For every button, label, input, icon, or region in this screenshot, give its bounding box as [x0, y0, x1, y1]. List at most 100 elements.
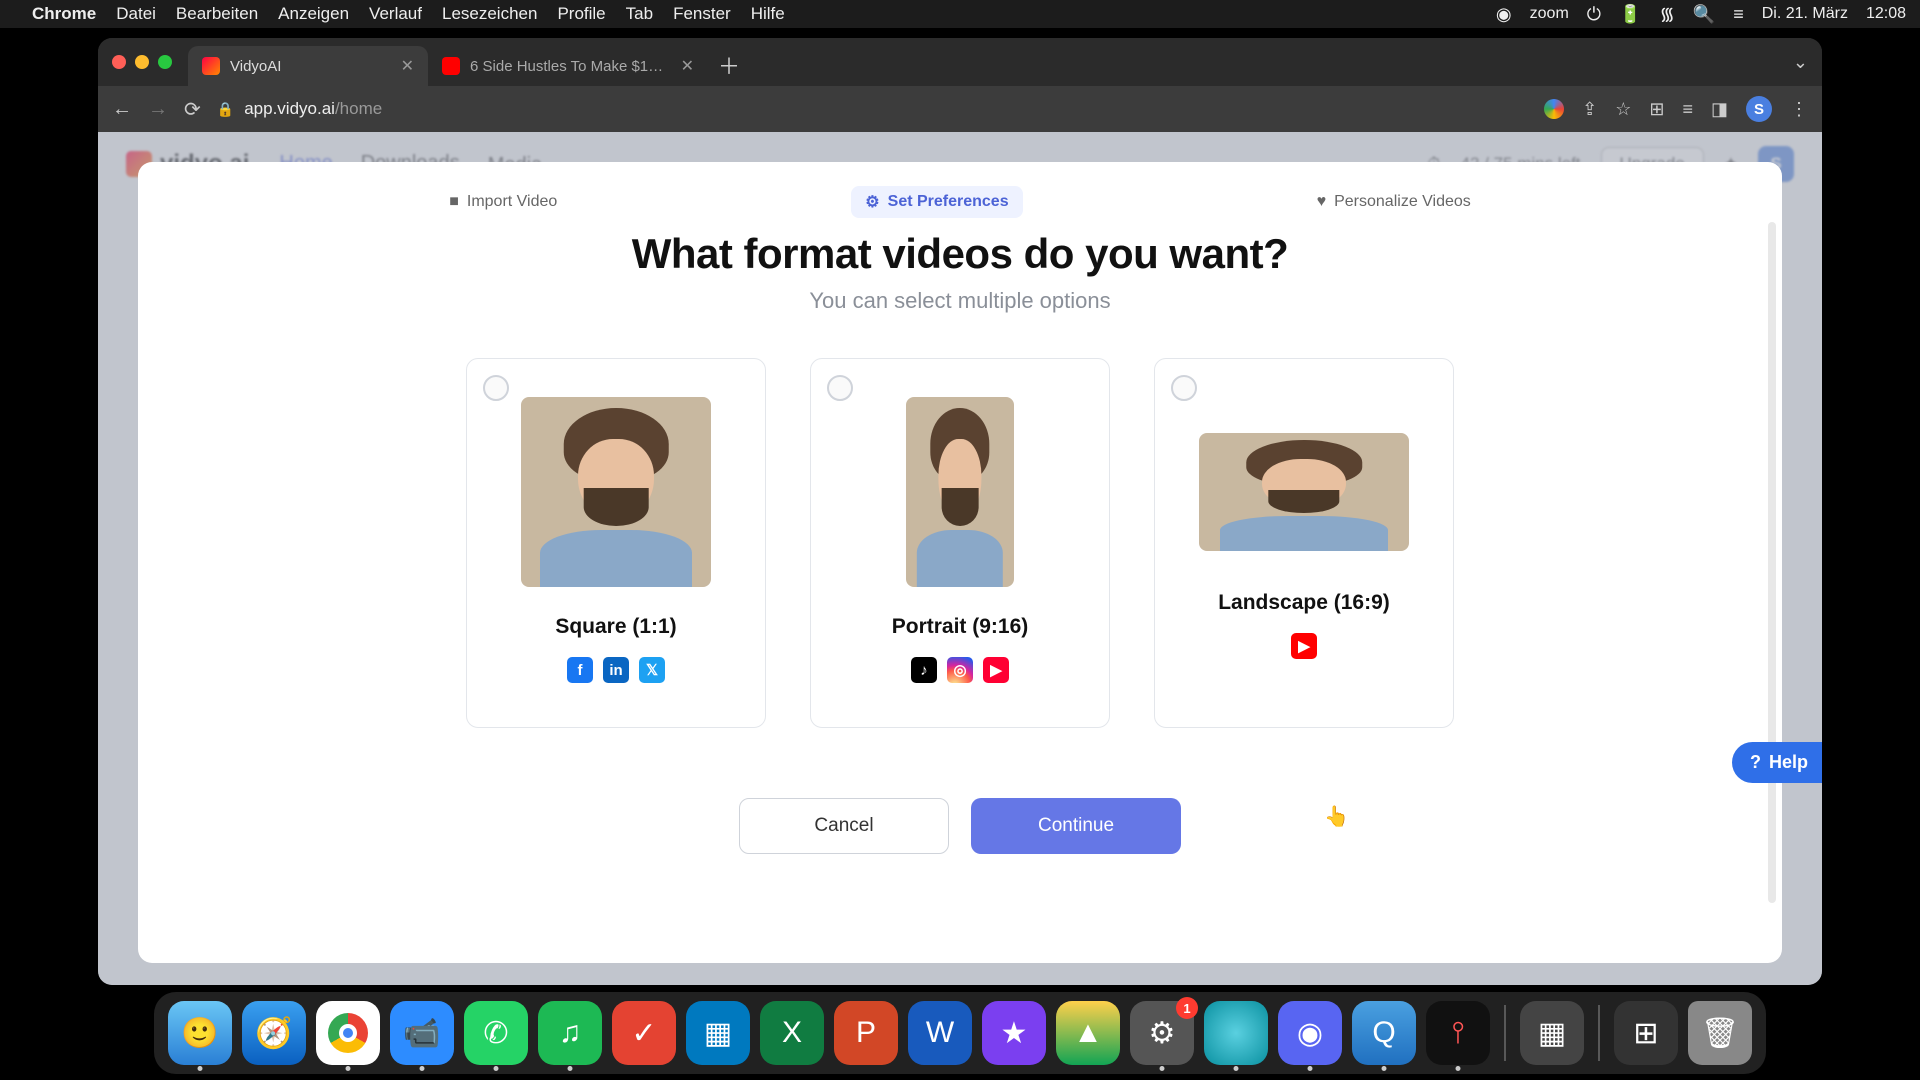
- format-modal: ■ Import Video ⚙ Set Preferences ♥ Perso…: [138, 162, 1782, 963]
- step-set-preferences[interactable]: ⚙ Set Preferences: [851, 186, 1022, 218]
- format-option-portrait[interactable]: Portrait (9:16) ♪ ◎ ▶: [810, 358, 1110, 728]
- facebook-icon: f: [567, 657, 593, 683]
- tab-close-button[interactable]: ✕: [401, 56, 414, 76]
- cancel-button[interactable]: Cancel: [739, 798, 949, 854]
- chrome-menu-icon[interactable]: ⋮: [1790, 99, 1808, 120]
- battery-icon[interactable]: 🔋: [1619, 4, 1641, 25]
- radio-unchecked-icon[interactable]: [827, 375, 853, 401]
- menu-datei[interactable]: Datei: [116, 4, 156, 24]
- address-bar[interactable]: 🔒 app.vidyo.ai/home: [217, 99, 1528, 119]
- dock-safari[interactable]: 🧭: [242, 1001, 306, 1065]
- share-icon[interactable]: ⇪: [1582, 99, 1597, 120]
- dock-imovie[interactable]: ★: [982, 1001, 1046, 1065]
- dock-trash[interactable]: 🗑: [1688, 1001, 1752, 1065]
- menu-hilfe[interactable]: Hilfe: [751, 4, 785, 24]
- spotlight-icon[interactable]: 🔍: [1693, 4, 1715, 25]
- reading-list-icon[interactable]: ≡: [1682, 99, 1693, 120]
- window-traffic-lights: [112, 55, 172, 69]
- format-option-square[interactable]: Square (1:1) f in 𝕏: [466, 358, 766, 728]
- dock-googledrive[interactable]: ▲: [1056, 1001, 1120, 1065]
- new-tab-button[interactable]: ＋: [718, 49, 740, 81]
- dock-finder[interactable]: 🙂: [168, 1001, 232, 1065]
- continue-button[interactable]: Continue: [971, 798, 1181, 854]
- dock-todoist[interactable]: ✓: [612, 1001, 676, 1065]
- back-button[interactable]: ←: [112, 98, 132, 121]
- dock-audio-app[interactable]: ⫯: [1426, 1001, 1490, 1065]
- url-host: app.vidyo.ai: [244, 99, 335, 118]
- modal-scrollbar[interactable]: [1768, 222, 1776, 903]
- format-label: Square (1:1): [555, 615, 676, 639]
- format-option-landscape[interactable]: Landscape (16:9) ▶: [1154, 358, 1454, 728]
- macos-dock: 🙂 🧭 📹 ✆ ♫ ✓ ▦ X P W ★ ▲ ⚙1 ◉ Q ⫯ ▦ ⊞ 🗑: [154, 992, 1766, 1074]
- help-label: Help: [1769, 752, 1808, 773]
- dock-word[interactable]: W: [908, 1001, 972, 1065]
- help-button[interactable]: ? Help: [1732, 742, 1822, 783]
- modal-actions: Cancel Continue: [168, 798, 1752, 854]
- dock-chrome[interactable]: [316, 1001, 380, 1065]
- chrome-window: VidyoAI ✕ 6 Side Hustles To Make $1000 ✕…: [98, 38, 1822, 985]
- heart-icon: ♥: [1317, 193, 1327, 211]
- dock-discord[interactable]: ◉: [1278, 1001, 1342, 1065]
- radio-unchecked-icon[interactable]: [483, 375, 509, 401]
- step-indicator: ■ Import Video ⚙ Set Preferences ♥ Perso…: [168, 186, 1752, 218]
- bookmark-star-icon[interactable]: ☆: [1615, 99, 1631, 120]
- help-icon: ?: [1750, 752, 1761, 773]
- shorts-icon: ▶: [983, 657, 1009, 683]
- tab-overflow-button[interactable]: ⌄: [1793, 52, 1808, 73]
- step-label: Import Video: [467, 193, 557, 211]
- browser-tab-bar: VidyoAI ✕ 6 Side Hustles To Make $1000 ✕…: [98, 38, 1822, 86]
- dock-app-teal[interactable]: [1204, 1001, 1268, 1065]
- menu-fenster[interactable]: Fenster: [673, 4, 731, 24]
- format-label: Landscape (16:9): [1218, 591, 1390, 615]
- dock-whatsapp[interactable]: ✆: [464, 1001, 528, 1065]
- menu-bearbeiten[interactable]: Bearbeiten: [176, 4, 258, 24]
- google-lens-icon[interactable]: [1544, 99, 1564, 119]
- dock-spotify[interactable]: ♫: [538, 1001, 602, 1065]
- record-status-icon[interactable]: ◉: [1496, 4, 1512, 25]
- page-content: vidyo.ai Home Downloads Media ⌄ ⏱ 42 / 7…: [98, 132, 1822, 985]
- dock-zoom[interactable]: 📹: [390, 1001, 454, 1065]
- control-center-icon[interactable]: ≡: [1733, 4, 1744, 25]
- menu-anzeigen[interactable]: Anzeigen: [278, 4, 349, 24]
- dock-powerpoint[interactable]: P: [834, 1001, 898, 1065]
- sidepanel-icon[interactable]: ◨: [1711, 99, 1728, 120]
- menubar-date[interactable]: Di. 21. März: [1762, 5, 1848, 23]
- zoom-status-label[interactable]: zoom: [1530, 5, 1569, 23]
- dock-quicktime[interactable]: Q: [1352, 1001, 1416, 1065]
- macos-menu-bar: Chrome Datei Bearbeiten Anzeigen Verlauf…: [0, 0, 1920, 28]
- profile-avatar[interactable]: S: [1746, 96, 1772, 122]
- reload-button[interactable]: ⟳: [184, 97, 201, 122]
- format-label: Portrait (9:16): [892, 615, 1029, 639]
- extensions-icon[interactable]: ⊞: [1649, 99, 1664, 120]
- active-app-name[interactable]: Chrome: [32, 4, 96, 24]
- window-minimize-button[interactable]: [135, 55, 149, 69]
- menu-profile[interactable]: Profile: [557, 4, 605, 24]
- menu-lesezeichen[interactable]: Lesezeichen: [442, 4, 537, 24]
- menu-tab[interactable]: Tab: [626, 4, 653, 24]
- browser-tab-vidyoai[interactable]: VidyoAI ✕: [188, 46, 428, 86]
- dock-calculator[interactable]: ▦: [1520, 1001, 1584, 1065]
- tab-close-button[interactable]: ✕: [681, 56, 694, 76]
- screen-mirror-icon[interactable]: ⏻: [1587, 4, 1601, 25]
- menubar-time[interactable]: 12:08: [1866, 5, 1906, 23]
- landscape-thumbnail: [1199, 433, 1409, 551]
- dock-trello[interactable]: ▦: [686, 1001, 750, 1065]
- step-label: Set Preferences: [888, 193, 1009, 211]
- wifi-icon[interactable]: ᯾: [1659, 2, 1674, 26]
- dock-launchpad[interactable]: ⊞: [1614, 1001, 1678, 1065]
- step-personalize-videos[interactable]: ♥ Personalize Videos: [1303, 186, 1485, 218]
- radio-unchecked-icon[interactable]: [1171, 375, 1197, 401]
- menu-verlauf[interactable]: Verlauf: [369, 4, 422, 24]
- youtube-icon: ▶: [1291, 633, 1317, 659]
- dock-excel[interactable]: X: [760, 1001, 824, 1065]
- browser-tab-youtube[interactable]: 6 Side Hustles To Make $1000 ✕: [428, 46, 708, 86]
- window-fullscreen-button[interactable]: [158, 55, 172, 69]
- gear-icon: ⚙: [865, 192, 879, 212]
- step-import-video[interactable]: ■ Import Video: [435, 186, 571, 218]
- dock-settings[interactable]: ⚙1: [1130, 1001, 1194, 1065]
- window-close-button[interactable]: [112, 55, 126, 69]
- modal-title: What format videos do you want?: [168, 230, 1752, 278]
- forward-button[interactable]: →: [148, 98, 168, 121]
- twitter-icon: 𝕏: [639, 657, 665, 683]
- step-label: Personalize Videos: [1334, 193, 1471, 211]
